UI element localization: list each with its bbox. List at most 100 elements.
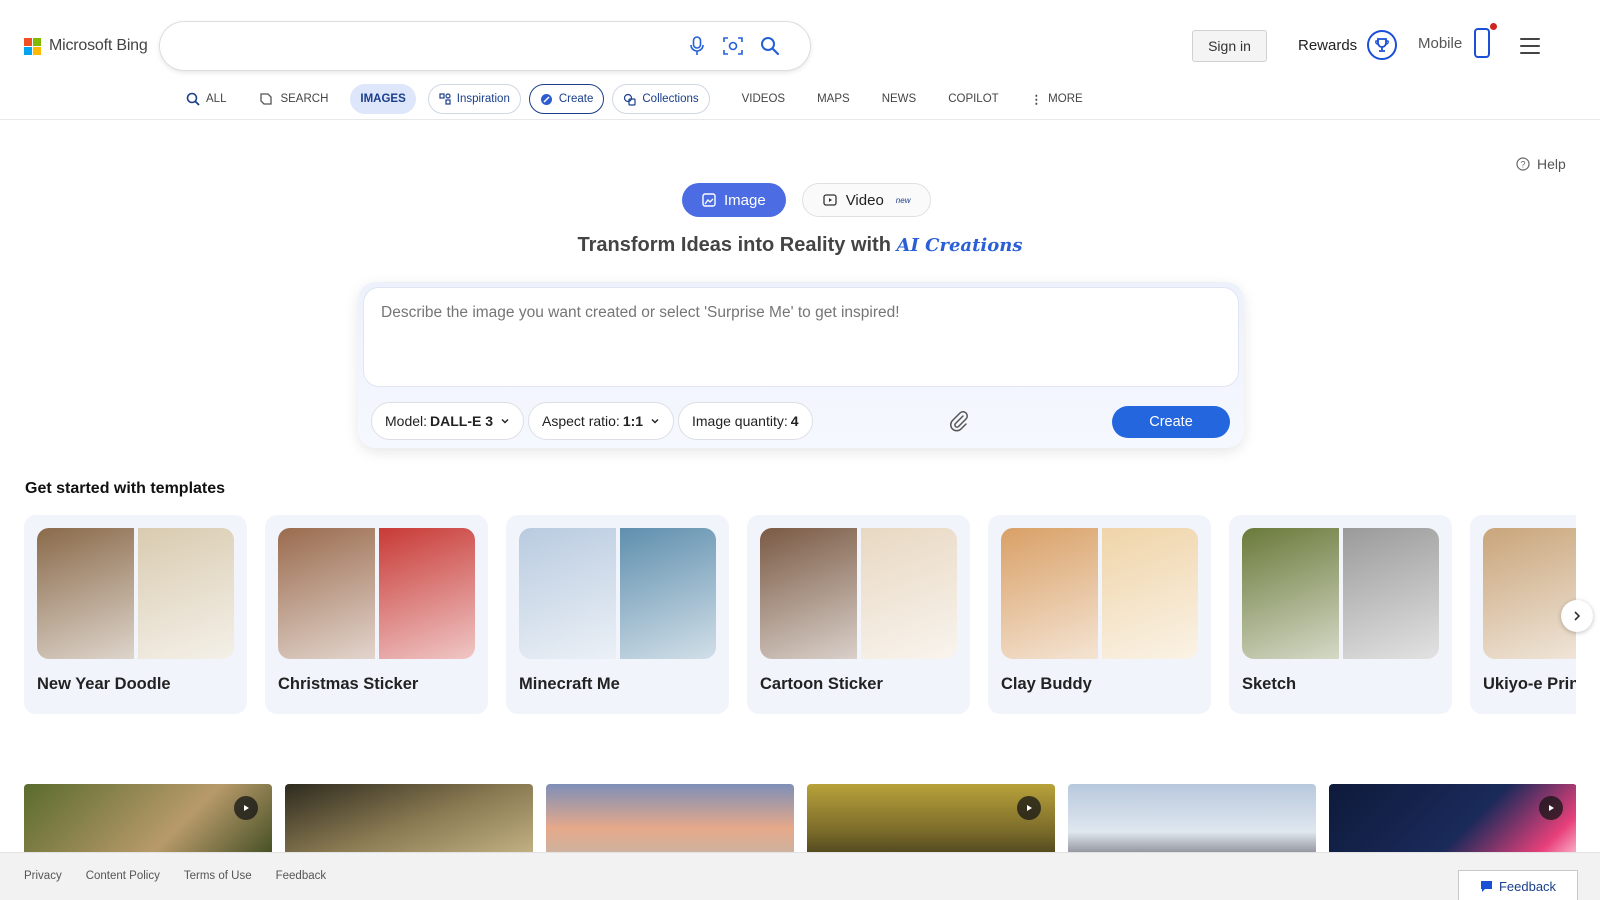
- image-quantity-selector[interactable]: Image quantity: 4: [678, 402, 813, 440]
- play-icon: [234, 796, 258, 820]
- footer-privacy-link[interactable]: Privacy: [24, 870, 62, 882]
- visual-search-icon[interactable]: [722, 35, 744, 57]
- nav-images-label: IMAGES: [360, 93, 406, 105]
- template-label: Minecraft Me: [519, 675, 620, 693]
- nav-videos-label: VIDEOS: [741, 93, 786, 105]
- template-card[interactable]: Christmas Sticker: [265, 515, 488, 714]
- feedback-icon: [1480, 880, 1492, 892]
- mobile-button[interactable]: Mobile: [1418, 23, 1498, 58]
- phone-icon: [1474, 23, 1498, 58]
- tab-video[interactable]: Video new: [801, 183, 932, 217]
- help-link[interactable]: ? Help: [1516, 156, 1566, 172]
- nav-search-label: SEARCH: [280, 93, 329, 105]
- more-dots-icon: ⋮: [1030, 94, 1043, 106]
- microphone-icon[interactable]: [686, 35, 708, 57]
- template-card[interactable]: Clay Buddy: [988, 515, 1211, 714]
- template-photo: [1483, 528, 1576, 659]
- inspiration-icon: [439, 93, 451, 105]
- template-photo: [1242, 528, 1339, 659]
- gallery-video-thumbnail[interactable]: [24, 784, 272, 854]
- template-label: Christmas Sticker: [278, 675, 419, 693]
- template-photo: [278, 528, 375, 659]
- sign-in-button[interactable]: Sign in: [1192, 30, 1267, 62]
- prompt-input[interactable]: [363, 287, 1239, 387]
- feedback-button-label: Feedback: [1498, 878, 1557, 894]
- template-label: Clay Buddy: [1001, 675, 1092, 693]
- template-card[interactable]: Sketch: [1229, 515, 1452, 714]
- tab-image-label: Image: [724, 191, 766, 209]
- gallery-video-thumbnail[interactable]: [1329, 784, 1576, 854]
- mode-tabs: Image Video new: [682, 183, 932, 217]
- create-button[interactable]: Create: [1112, 406, 1230, 438]
- nav-collections[interactable]: Collections: [612, 84, 710, 114]
- template-label: Ukiyo-e Print: [1483, 675, 1576, 693]
- search-input[interactable]: [180, 34, 660, 58]
- aspect-ratio-selector[interactable]: Aspect ratio: 1:1: [528, 402, 675, 440]
- template-card[interactable]: Cartoon Sticker: [747, 515, 970, 714]
- footer: Privacy Content Policy Terms of Use Feed…: [0, 852, 1600, 900]
- template-result: [860, 528, 957, 659]
- nav-create-label: Create: [558, 93, 594, 105]
- template-card[interactable]: New Year Doodle: [24, 515, 247, 714]
- feedback-button[interactable]: Feedback: [1458, 870, 1578, 900]
- help-label: Help: [1537, 156, 1566, 172]
- chevron-down-icon: [651, 419, 659, 424]
- nav-collections-label: Collections: [642, 93, 699, 105]
- template-preview: [1001, 528, 1198, 659]
- nav-all[interactable]: ALL: [176, 84, 236, 114]
- model-selector[interactable]: Model: DALL-E 3: [371, 402, 525, 440]
- nav-search[interactable]: SEARCH: [248, 84, 338, 114]
- footer-content-policy-link[interactable]: Content Policy: [86, 870, 160, 882]
- chevron-right-icon: [1574, 611, 1581, 621]
- template-preview: [519, 528, 716, 659]
- nav-news[interactable]: NEWS: [872, 84, 927, 114]
- template-photo: [760, 528, 857, 659]
- nav-inspiration[interactable]: Inspiration: [427, 84, 521, 114]
- search-icon[interactable]: [759, 35, 781, 57]
- header: Microsoft Bing Sign in Rewards Mobile AL…: [0, 0, 1600, 120]
- menu-icon[interactable]: [1520, 38, 1540, 54]
- footer-feedback-link[interactable]: Feedback: [276, 870, 327, 882]
- footer-terms-link[interactable]: Terms of Use: [184, 870, 252, 882]
- template-card[interactable]: Minecraft Me: [506, 515, 729, 714]
- gallery-image-thumbnail[interactable]: [546, 784, 794, 854]
- template-preview: [37, 528, 234, 659]
- template-result: [137, 528, 234, 659]
- nav-images[interactable]: IMAGES: [350, 84, 416, 114]
- gallery-image-thumbnail[interactable]: [1068, 784, 1316, 854]
- nav-inspiration-label: Inspiration: [456, 93, 510, 105]
- template-result: [619, 528, 716, 659]
- search-icon: [186, 92, 200, 106]
- gallery-image-thumbnail[interactable]: [285, 784, 533, 854]
- play-icon: [1017, 796, 1041, 820]
- aspect-label: Aspect ratio:: [542, 413, 620, 429]
- tab-image[interactable]: Image: [682, 183, 786, 217]
- nav-copilot[interactable]: COPILOT: [938, 84, 1008, 114]
- gallery-video-thumbnail[interactable]: [807, 784, 1055, 854]
- play-icon: [1539, 796, 1563, 820]
- new-badge: new: [895, 195, 911, 205]
- carousel-next-button[interactable]: [1561, 600, 1593, 632]
- svg-text:?: ?: [1520, 160, 1525, 170]
- notification-dot: [1490, 23, 1498, 30]
- nav-create[interactable]: Create: [528, 84, 605, 114]
- template-preview: [1483, 528, 1576, 659]
- attach-icon[interactable]: [948, 410, 970, 432]
- templates-heading: Get started with templates: [25, 480, 226, 497]
- template-label: Sketch: [1242, 675, 1297, 693]
- nav-news-label: NEWS: [881, 93, 917, 105]
- template-label: New Year Doodle: [37, 675, 171, 693]
- microsoft-logo-icon: [24, 37, 41, 55]
- nav-videos[interactable]: VIDEOS: [732, 84, 795, 114]
- model-value: DALL-E 3: [430, 413, 494, 429]
- search-box: [160, 22, 810, 70]
- aspect-value: 1:1: [622, 413, 644, 429]
- template-label: Cartoon Sticker: [760, 675, 883, 693]
- rewards-button[interactable]: Rewards: [1298, 30, 1398, 60]
- prompt-composer: Model: DALL-E 3 Aspect ratio: 1:1 Image …: [358, 282, 1244, 448]
- rewards-label: Rewards: [1298, 36, 1358, 54]
- footer-links: Privacy Content Policy Terms of Use Feed…: [24, 870, 326, 882]
- nav-more[interactable]: ⋮ MORE: [1021, 84, 1093, 114]
- nav-maps[interactable]: MAPS: [807, 84, 860, 114]
- bing-logo[interactable]: Microsoft Bing: [24, 37, 148, 55]
